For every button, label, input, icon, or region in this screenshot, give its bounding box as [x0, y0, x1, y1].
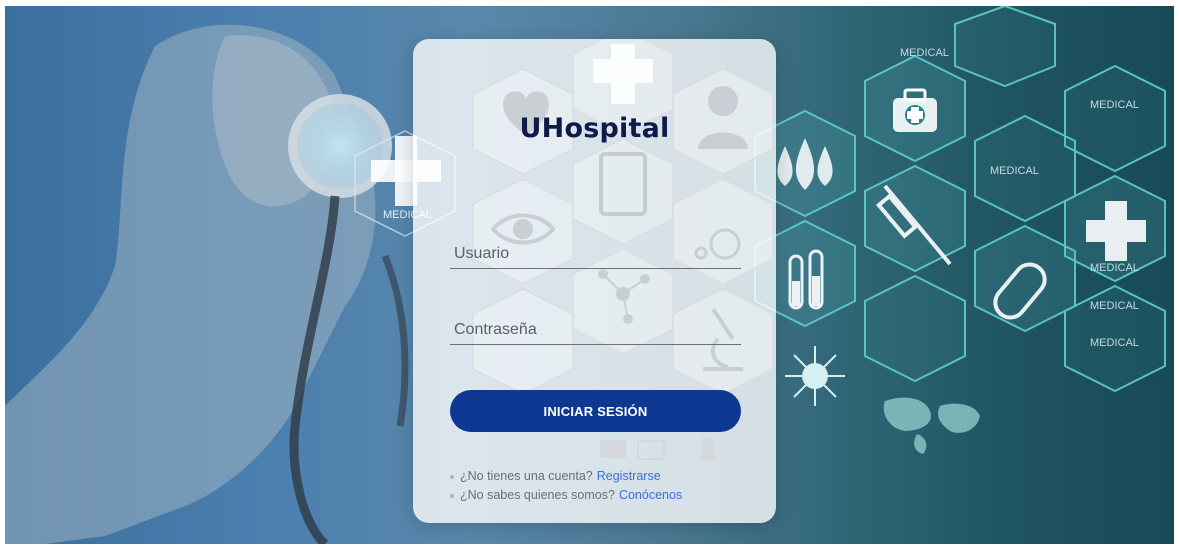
about-link[interactable]: Conócenos — [619, 486, 682, 505]
login-card: UHospital INICIAR SESIÓN ¿No tienes una … — [413, 39, 776, 523]
register-link[interactable]: Registrarse — [597, 467, 661, 486]
bg-medical-label: MEDICAL — [1090, 99, 1139, 111]
register-prompt: ¿No tienes una cuenta? — [460, 469, 593, 483]
username-input[interactable] — [450, 239, 741, 269]
bullet-icon — [450, 493, 454, 498]
virus-icon — [785, 346, 845, 406]
about-prompt: ¿No sabes quienes somos? — [460, 488, 615, 502]
bg-medical-label: MEDICAL — [1090, 262, 1139, 274]
bg-medical-label: MEDICAL — [1090, 337, 1139, 349]
password-input[interactable] — [450, 315, 741, 345]
about-row: ¿No sabes quienes somos? Conócenos — [450, 486, 750, 505]
mail-icon — [600, 440, 626, 458]
bg-medical-label: MEDICAL — [990, 165, 1039, 177]
auth-links: ¿No tienes una cuenta? Registrarse ¿No s… — [450, 467, 750, 505]
monitor-icon — [637, 440, 665, 460]
register-row: ¿No tienes una cuenta? Registrarse — [450, 467, 750, 486]
login-button[interactable]: INICIAR SESIÓN — [450, 390, 741, 432]
app-title: UHospital — [519, 113, 670, 144]
phone-icon — [702, 438, 714, 460]
bullet-icon — [450, 474, 454, 479]
background-scene: MEDICAL MEDICAL MEDICAL MEDICAL MEDICAL … — [5, 6, 1174, 544]
bg-medical-label: MEDICAL — [1090, 300, 1139, 312]
world-map-icon — [883, 397, 980, 454]
card-background-icons — [472, 39, 774, 460]
bg-medical-label: MEDICAL — [900, 47, 949, 59]
